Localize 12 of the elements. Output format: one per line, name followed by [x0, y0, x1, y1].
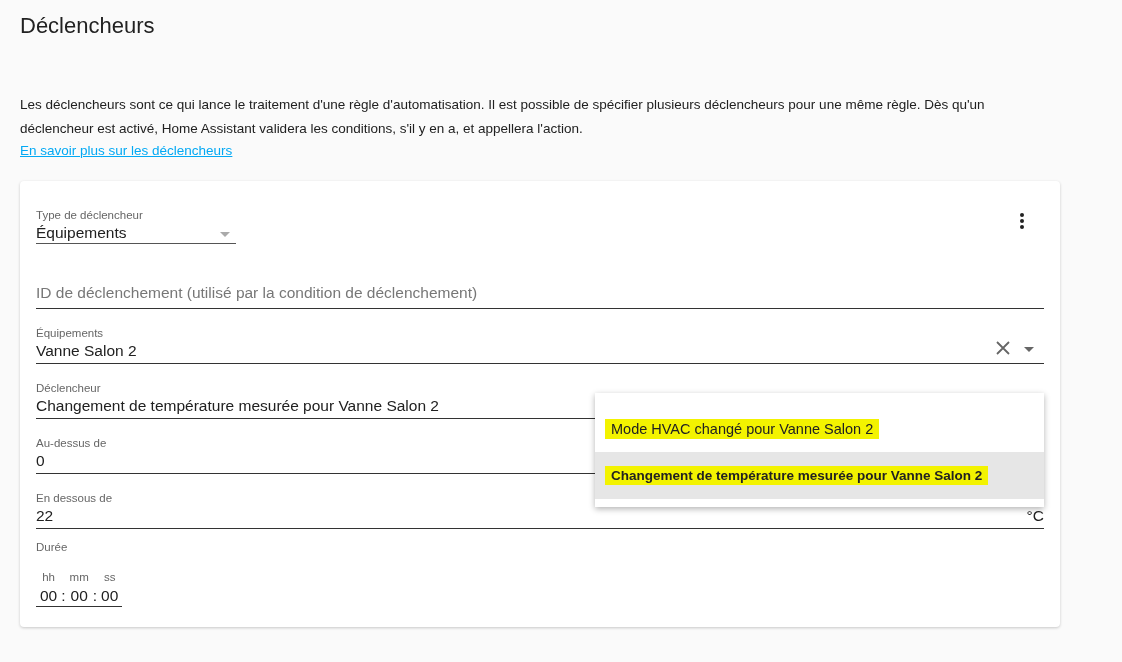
device-field[interactable]: Équipements Vanne Salon 2 [36, 327, 1044, 364]
duration-label: Durée [36, 541, 69, 553]
duration-field[interactable]: hh 00 : mm 00 : ss 00 [36, 559, 123, 607]
clear-icon[interactable] [996, 341, 1010, 355]
caret-icon [1024, 347, 1034, 352]
trigger-id-field[interactable]: ID de déclenchement (utilisé par la condition de déclenchement) [36, 278, 1044, 309]
caret-icon [220, 232, 230, 237]
trigger-type-select[interactable]: Type de déclencheur Équipements [36, 209, 236, 244]
page-title: Déclencheurs [20, 13, 156, 39]
more-options-icon[interactable] [1020, 213, 1024, 229]
menu-option[interactable]: Changement de température mesurée pour Vanne Salon 2 [595, 452, 1044, 499]
intro-paragraph: Les déclencheurs sont ce qui lance le traitement d'une règle d'automatisation. Il est possible de spécifier plusieurs déclencheurs pour une même règle. Dès qu'un déclencheur est activé, Home Assistant validera les conditions, s'il y en a, et appellera l'action. [20, 96, 986, 138]
